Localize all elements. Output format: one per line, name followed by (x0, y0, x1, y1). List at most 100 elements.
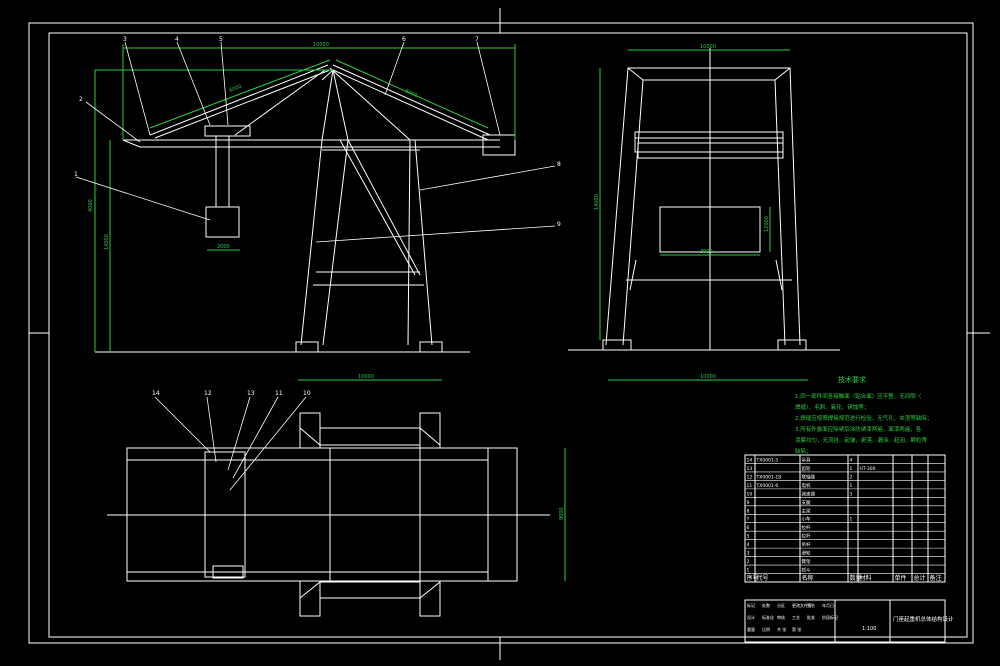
dim-boom-left: 6000 (229, 84, 243, 94)
title-block-cell: 阶段标记 (822, 614, 838, 620)
bom-cell: 2 (850, 474, 853, 480)
dim-side-height: 14000 (594, 194, 600, 210)
plan-leader-label: 12 (204, 390, 212, 397)
technical-notes: 技术要求 1.同一部件间各接触面（贴合面）应平整、无间隙（ 焊缝）、毛刺、氧化、… (795, 375, 932, 455)
title-block-cell: 审核 (777, 614, 785, 620)
bom-cell: 3 (747, 551, 750, 557)
bom-cell: TX0001-6 (756, 483, 779, 489)
bom-cell: 联轴器 (802, 473, 816, 480)
front-view (95, 64, 516, 353)
drawing-title: 门座起重机总体结构设计 (893, 615, 954, 623)
bom-cell: 9 (747, 500, 750, 506)
title-block-cell: 工艺 (792, 615, 800, 620)
dim-side-top: 10000 (700, 44, 716, 50)
bom-cell: 吊具 (802, 457, 811, 463)
dim-side-bucket: 3000 (700, 249, 713, 255)
title-block: 门座起重机总体结构设计 1:100 标记 处数 分区 更改文件号签名 年月日设计 标准化审… (747, 602, 954, 632)
notes-line: 1.同一部件间各接触面（贴合面）应平整、无间隙（ (795, 392, 922, 400)
bom-cell: 13 (747, 466, 753, 472)
bom-header-cell: 总计 (914, 574, 926, 582)
leader-label: 3 (123, 36, 127, 43)
bom-cell: 1 (850, 466, 853, 472)
front-dimensions (94, 44, 516, 381)
bom-cell: 齿轮 (802, 465, 811, 472)
bom-cell: 滑轮 (802, 550, 811, 557)
bom-cell: 10 (747, 491, 753, 497)
bom-header-cell: 代号 (757, 574, 769, 582)
bom-cell: 11 (747, 483, 753, 489)
plan-leaders (154, 396, 307, 491)
leader-label: 4 (175, 36, 179, 43)
leader-label: 9 (557, 221, 561, 228)
title-block-cell: 第 张 (792, 626, 801, 632)
bom-cell: 14 (747, 457, 753, 463)
bom-cell: 1 (850, 517, 853, 523)
dim-bucket-width: 2000 (217, 244, 230, 250)
dim-base-width: 10000 (358, 374, 374, 380)
bom-cell: 1 (850, 483, 853, 489)
bom-cell: 6 (747, 525, 750, 531)
bom-header-cell: 材料 (860, 574, 872, 582)
bom-cell: 臂架 (802, 558, 811, 565)
bom-cell: 1 (747, 568, 750, 574)
leader-label: 5 (219, 36, 223, 43)
title-block-cell: 共 张 (777, 626, 786, 632)
bom-cell: 电机 (802, 482, 811, 489)
side-view (568, 48, 840, 351)
dim-side-inner: 12000 (764, 216, 770, 232)
title-block-cell: 批准 (807, 614, 815, 620)
plan-leader-label: 13 (247, 390, 255, 397)
leader-label: 1 (74, 171, 78, 178)
dim-hook-height: 4000 (88, 199, 94, 212)
title-block-cell: 标准化 (762, 614, 774, 620)
leader-label: 2 (79, 96, 83, 103)
dim-span-top: 10000 (313, 42, 329, 48)
bom-header-cell: 名称 (802, 574, 814, 582)
bom-header-cell: 备注 (930, 574, 942, 582)
bom-cell: HT-300 (860, 466, 876, 472)
notes-title: 技术要求 (838, 375, 866, 384)
dim-plan-height: 9000 (559, 507, 565, 520)
title-block-cell: 处数 (762, 602, 770, 608)
plan-leader-label: 14 (152, 390, 160, 397)
cad-drawing: 1 2 3 4 5 6 7 8 9 14 12 13 11 10 10000 6… (28, 8, 990, 660)
bom-cell: 抓斗 (802, 567, 811, 574)
sheet-border (28, 8, 990, 660)
notes-line: 2.焊缝应按照焊接规范进行检验，无气孔、夹渣等缺陷； (795, 414, 932, 422)
leader-label: 7 (475, 36, 479, 43)
side-dimensions (599, 49, 808, 381)
bom-cell: 支腿 (802, 499, 811, 506)
leader-label: 6 (402, 36, 406, 43)
notes-line: 漆膜均匀，无流挂、起皱、剥落、漏涂、起泡、颗粒等 (795, 436, 928, 444)
bom-cell: TX0001-18 (756, 474, 782, 480)
dim-side-base: 10000 (700, 374, 716, 380)
title-block-cell: 比例 (762, 626, 770, 632)
bom-cell: 拉杆 (802, 533, 811, 540)
bom-cell: 2 (747, 559, 750, 565)
bom-cell: 吊杆 (802, 541, 811, 548)
title-block-cell: 签名 (807, 602, 815, 608)
title-block-cell: 重量 (747, 626, 755, 632)
drawing-scale: 1:100 (862, 626, 876, 632)
title-block-cell: 年月日 (822, 602, 834, 608)
bom-cell: 7 (747, 517, 750, 523)
bom-cell: 主梁 (802, 507, 811, 514)
title-block-cell: 标记 (747, 602, 755, 608)
bom-cell: 减速器 (802, 490, 816, 497)
notes-line: 缺陷； (795, 447, 812, 455)
title-block-cell: 分区 (777, 602, 785, 608)
notes-line: 焊缝）、毛刺、氧化、锈蚀等； (795, 403, 869, 411)
bom-cell: 3 (850, 491, 853, 497)
bom-cell: TX0001-5 (756, 457, 779, 463)
plan-leader-label: 11 (275, 390, 283, 397)
leader-label: 8 (557, 161, 561, 168)
title-block-cell: 设计 (747, 614, 755, 620)
bom-header-cell: 单件 (895, 574, 907, 582)
plan-leader-label: 10 (303, 390, 311, 397)
bom-cell: 4 (850, 457, 853, 463)
bom-cell: 4 (747, 542, 750, 548)
bom-cell: 小车 (802, 516, 811, 523)
bom-cell: 12 (747, 474, 753, 480)
notes-line: 3.所有外露面应除锈后涂防锈漆两遍，面漆两遍，各 (795, 425, 922, 433)
plan-view (107, 412, 550, 617)
